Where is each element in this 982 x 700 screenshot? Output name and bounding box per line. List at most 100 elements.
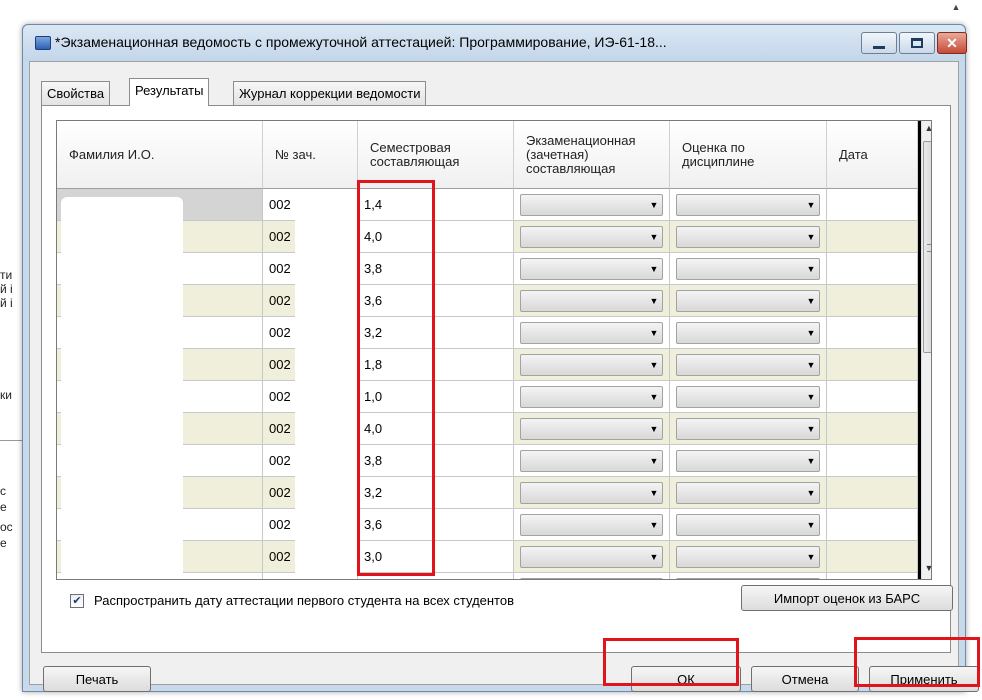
dropdown-combo[interactable]: ▼ <box>520 449 663 472</box>
column-header-exam[interactable]: Экзаменационная (зачетная) составляющая <box>514 121 670 189</box>
minimize-button[interactable] <box>861 32 897 54</box>
semester-score-cell[interactable]: 3,6 <box>358 573 514 579</box>
table-row[interactable]: 002 3,2 ▼ ▼ <box>57 317 918 349</box>
tab-properties[interactable]: Свойства <box>41 81 111 105</box>
date-cell[interactable] <box>827 573 918 579</box>
grade-select[interactable]: ▼ <box>670 445 827 477</box>
date-cell[interactable] <box>827 189 918 221</box>
tab-results[interactable]: Результаты <box>129 78 210 106</box>
propagate-date-option[interactable]: ✔ Распространить дату аттестации первого… <box>70 593 514 608</box>
maximize-button[interactable] <box>899 32 935 54</box>
semester-score-cell[interactable]: 1,0 <box>358 381 514 413</box>
dropdown-combo[interactable]: ▼ <box>676 353 820 376</box>
date-cell[interactable] <box>827 381 918 413</box>
exam-score-select[interactable]: ▼ <box>514 413 670 445</box>
exam-score-select[interactable]: ▼ <box>514 381 670 413</box>
dropdown-combo[interactable]: ▼ <box>676 449 820 472</box>
dropdown-combo[interactable]: ▼ <box>520 289 663 312</box>
dropdown-combo[interactable]: ▼ <box>520 577 663 580</box>
table-row[interactable]: 002 1,4 ▼ ▼ <box>57 189 918 221</box>
chevron-down-icon[interactable]: ▼ <box>646 579 662 580</box>
dropdown-combo[interactable]: ▼ <box>676 385 820 408</box>
chevron-down-icon[interactable]: ▼ <box>803 227 819 247</box>
table-row[interactable]: 002 3,0 ▼ ▼ <box>57 541 918 573</box>
date-cell[interactable] <box>827 349 918 381</box>
chevron-down-icon[interactable]: ▼ <box>803 323 819 343</box>
grade-select[interactable]: ▼ <box>670 541 827 573</box>
scroll-up-icon[interactable]: ▲ <box>922 123 931 139</box>
chevron-down-icon[interactable]: ▼ <box>646 451 662 471</box>
grid-vertical-scrollbar[interactable]: ▲ ▼ <box>921 121 931 579</box>
exam-score-select[interactable]: ▼ <box>514 509 670 541</box>
date-cell[interactable] <box>827 509 918 541</box>
dropdown-combo[interactable]: ▼ <box>676 321 820 344</box>
dropdown-combo[interactable]: ▼ <box>520 353 663 376</box>
date-cell[interactable] <box>827 285 918 317</box>
dropdown-combo[interactable]: ▼ <box>676 577 820 579</box>
table-row[interactable]: 002 1,0 ▼ ▼ <box>57 381 918 413</box>
semester-score-cell[interactable]: 3,8 <box>358 253 514 285</box>
chevron-down-icon[interactable]: ▼ <box>646 195 662 215</box>
dropdown-combo[interactable]: ▼ <box>676 545 820 568</box>
dropdown-combo[interactable]: ▼ <box>676 289 820 312</box>
table-row[interactable]: 002 1,8 ▼ ▼ <box>57 349 918 381</box>
chevron-down-icon[interactable]: ▼ <box>803 387 819 407</box>
title-bar[interactable]: *Экзаменационная ведомость с промежуточн… <box>23 25 967 61</box>
grade-select[interactable]: ▼ <box>670 253 827 285</box>
dropdown-combo[interactable]: ▼ <box>520 513 663 536</box>
grade-select[interactable]: ▼ <box>670 413 827 445</box>
chevron-down-icon[interactable]: ▼ <box>646 483 662 503</box>
import-bars-button[interactable]: Импорт оценок из БАРС <box>741 585 953 611</box>
table-row[interactable]: 002 4,0 ▼ ▼ <box>57 221 918 253</box>
date-cell[interactable] <box>827 253 918 285</box>
column-header-grade[interactable]: Оценка по дисциплине <box>670 121 827 189</box>
chevron-down-icon[interactable]: ▼ <box>803 355 819 375</box>
ok-button[interactable]: ОК <box>631 666 741 692</box>
semester-score-cell[interactable]: 1,8 <box>358 349 514 381</box>
date-cell[interactable] <box>827 477 918 509</box>
dropdown-combo[interactable]: ▼ <box>520 545 663 568</box>
table-row[interactable]: 002 3,6 ▼ ▼ <box>57 285 918 317</box>
chevron-down-icon[interactable]: ▼ <box>646 227 662 247</box>
scrollbar-thumb[interactable] <box>923 141 931 353</box>
semester-score-cell[interactable]: 3,8 <box>358 445 514 477</box>
dropdown-combo[interactable]: ▼ <box>676 225 820 248</box>
column-header-semester[interactable]: Семестровая составляющая <box>358 121 514 189</box>
grade-select[interactable]: ▼ <box>670 477 827 509</box>
date-cell[interactable] <box>827 445 918 477</box>
chevron-down-icon[interactable]: ▼ <box>646 291 662 311</box>
exam-score-select[interactable]: ▼ <box>514 221 670 253</box>
chevron-down-icon[interactable]: ▼ <box>646 387 662 407</box>
propagate-date-checkbox[interactable]: ✔ <box>70 593 84 608</box>
cancel-button[interactable]: Отмена <box>751 666 859 692</box>
date-cell[interactable] <box>827 317 918 349</box>
column-header-name[interactable]: Фамилия И.О. <box>57 121 263 189</box>
apply-button[interactable]: Применить <box>869 666 979 692</box>
exam-score-select[interactable]: ▼ <box>514 477 670 509</box>
chevron-down-icon[interactable]: ▼ <box>803 419 819 439</box>
chevron-down-icon[interactable]: ▼ <box>803 547 819 567</box>
exam-score-select[interactable]: ▼ <box>514 349 670 381</box>
grade-select[interactable]: ▼ <box>670 285 827 317</box>
close-button[interactable]: ✕ <box>937 32 967 54</box>
dropdown-combo[interactable]: ▼ <box>676 257 820 280</box>
chevron-down-icon[interactable]: ▼ <box>646 323 662 343</box>
semester-score-cell[interactable]: 3,2 <box>358 317 514 349</box>
semester-score-cell[interactable]: 3,0 <box>358 541 514 573</box>
chevron-down-icon[interactable]: ▼ <box>803 483 819 503</box>
grade-select[interactable]: ▼ <box>670 573 827 579</box>
dropdown-combo[interactable]: ▼ <box>520 193 663 216</box>
scroll-down-icon[interactable]: ▼ <box>922 563 931 579</box>
dropdown-combo[interactable]: ▼ <box>676 513 820 536</box>
grade-select[interactable]: ▼ <box>670 509 827 541</box>
chevron-down-icon[interactable]: ▼ <box>803 291 819 311</box>
table-row[interactable]: 002 4,0 ▼ ▼ <box>57 413 918 445</box>
chevron-down-icon[interactable]: ▼ <box>646 515 662 535</box>
dropdown-combo[interactable]: ▼ <box>520 417 663 440</box>
dropdown-combo[interactable]: ▼ <box>520 385 663 408</box>
semester-score-cell[interactable]: 1,4 <box>358 189 514 221</box>
table-row[interactable]: К.002.3,6▼▼ <box>57 573 918 580</box>
exam-score-select[interactable]: ▼ <box>514 285 670 317</box>
exam-score-select[interactable]: ▼ <box>514 189 670 221</box>
exam-score-select[interactable]: ▼ <box>514 253 670 285</box>
